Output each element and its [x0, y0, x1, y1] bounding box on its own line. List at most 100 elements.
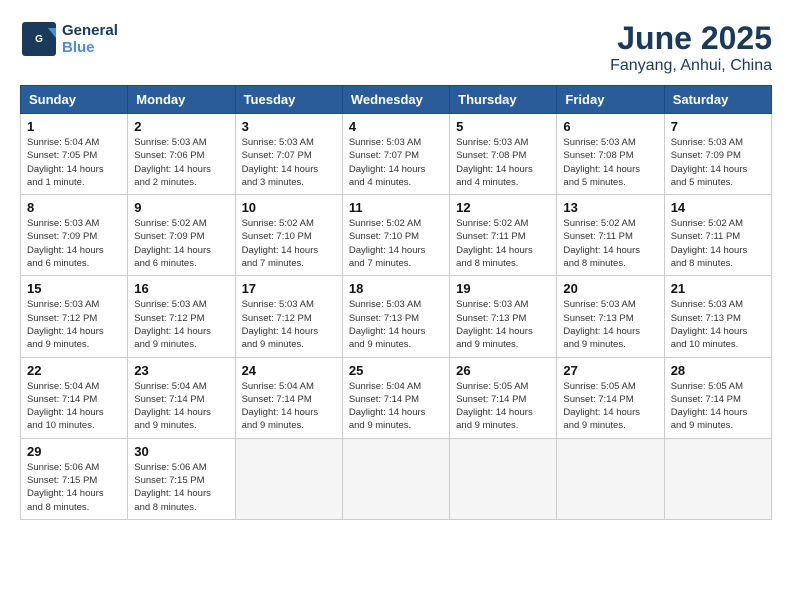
calendar-cell: 3 Sunrise: 5:03 AM Sunset: 7:07 PM Daylig…: [235, 114, 342, 195]
week-row-3: 15 Sunrise: 5:03 AM Sunset: 7:12 PM Dayli…: [21, 276, 772, 357]
day-number: 27: [563, 363, 657, 378]
day-number: 21: [671, 281, 765, 296]
calendar-cell: 24 Sunrise: 5:04 AM Sunset: 7:14 PM Dayli…: [235, 357, 342, 438]
day-number: 30: [134, 444, 228, 459]
calendar-cell: 18 Sunrise: 5:03 AM Sunset: 7:13 PM Dayli…: [342, 276, 449, 357]
day-info: Sunrise: 5:04 AM Sunset: 7:14 PM Dayligh…: [134, 380, 228, 433]
day-number: 7: [671, 119, 765, 134]
day-info: Sunrise: 5:03 AM Sunset: 7:13 PM Dayligh…: [456, 298, 550, 351]
calendar-cell: 13 Sunrise: 5:02 AM Sunset: 7:11 PM Dayli…: [557, 195, 664, 276]
calendar-cell: 26 Sunrise: 5:05 AM Sunset: 7:14 PM Dayli…: [450, 357, 557, 438]
day-info: Sunrise: 5:03 AM Sunset: 7:13 PM Dayligh…: [671, 298, 765, 351]
day-number: 9: [134, 200, 228, 215]
calendar-header-wednesday: Wednesday: [342, 86, 449, 114]
day-info: Sunrise: 5:03 AM Sunset: 7:13 PM Dayligh…: [349, 298, 443, 351]
day-info: Sunrise: 5:03 AM Sunset: 7:08 PM Dayligh…: [563, 136, 657, 189]
day-info: Sunrise: 5:04 AM Sunset: 7:05 PM Dayligh…: [27, 136, 121, 189]
calendar-cell: 7Sunrise: 5:03 AM Sunset: 7:09 PM Daylig…: [664, 114, 771, 195]
logo-icon: G: [20, 20, 58, 58]
calendar-cell: 5 Sunrise: 5:03 AM Sunset: 7:08 PM Daylig…: [450, 114, 557, 195]
day-info: Sunrise: 5:03 AM Sunset: 7:12 PM Dayligh…: [134, 298, 228, 351]
logo-general: General: [62, 22, 118, 39]
day-info: Sunrise: 5:03 AM Sunset: 7:07 PM Dayligh…: [242, 136, 336, 189]
day-info: Sunrise: 5:05 AM Sunset: 7:14 PM Dayligh…: [671, 380, 765, 433]
day-info: Sunrise: 5:06 AM Sunset: 7:15 PM Dayligh…: [134, 461, 228, 514]
calendar-cell: 16 Sunrise: 5:03 AM Sunset: 7:12 PM Dayli…: [128, 276, 235, 357]
day-info: Sunrise: 5:02 AM Sunset: 7:10 PM Dayligh…: [242, 217, 336, 270]
day-number: 28: [671, 363, 765, 378]
day-info: Sunrise: 5:03 AM Sunset: 7:12 PM Dayligh…: [242, 298, 336, 351]
calendar-cell: 15 Sunrise: 5:03 AM Sunset: 7:12 PM Dayli…: [21, 276, 128, 357]
calendar-cell: 21 Sunrise: 5:03 AM Sunset: 7:13 PM Dayli…: [664, 276, 771, 357]
day-number: 13: [563, 200, 657, 215]
day-number: 10: [242, 200, 336, 215]
day-number: 4: [349, 119, 443, 134]
day-number: 5: [456, 119, 550, 134]
day-info: Sunrise: 5:05 AM Sunset: 7:14 PM Dayligh…: [456, 380, 550, 433]
day-info: Sunrise: 5:04 AM Sunset: 7:14 PM Dayligh…: [27, 380, 121, 433]
day-info: Sunrise: 5:02 AM Sunset: 7:10 PM Dayligh…: [349, 217, 443, 270]
calendar-header-saturday: Saturday: [664, 86, 771, 114]
day-info: Sunrise: 5:04 AM Sunset: 7:14 PM Dayligh…: [242, 380, 336, 433]
day-info: Sunrise: 5:03 AM Sunset: 7:06 PM Dayligh…: [134, 136, 228, 189]
day-number: 22: [27, 363, 121, 378]
calendar-header-thursday: Thursday: [450, 86, 557, 114]
day-number: 16: [134, 281, 228, 296]
calendar-header-row: SundayMondayTuesdayWednesdayThursdayFrid…: [21, 86, 772, 114]
logo: G General Blue: [20, 20, 118, 58]
week-row-2: 8Sunrise: 5:03 AM Sunset: 7:09 PM Daylig…: [21, 195, 772, 276]
day-number: 23: [134, 363, 228, 378]
calendar-cell: 27 Sunrise: 5:05 AM Sunset: 7:14 PM Dayli…: [557, 357, 664, 438]
day-info: Sunrise: 5:02 AM Sunset: 7:09 PM Dayligh…: [134, 217, 228, 270]
day-info: Sunrise: 5:02 AM Sunset: 7:11 PM Dayligh…: [671, 217, 765, 270]
calendar-cell: 10 Sunrise: 5:02 AM Sunset: 7:10 PM Dayli…: [235, 195, 342, 276]
calendar-header-tuesday: Tuesday: [235, 86, 342, 114]
day-number: 29: [27, 444, 121, 459]
day-info: Sunrise: 5:03 AM Sunset: 7:07 PM Dayligh…: [349, 136, 443, 189]
calendar-cell: 11 Sunrise: 5:02 AM Sunset: 7:10 PM Dayli…: [342, 195, 449, 276]
calendar-cell: 22 Sunrise: 5:04 AM Sunset: 7:14 PM Dayli…: [21, 357, 128, 438]
day-number: 20: [563, 281, 657, 296]
day-info: Sunrise: 5:03 AM Sunset: 7:08 PM Dayligh…: [456, 136, 550, 189]
calendar-cell: [450, 438, 557, 519]
calendar-cell: 19Sunrise: 5:03 AM Sunset: 7:13 PM Dayli…: [450, 276, 557, 357]
calendar-cell: 23 Sunrise: 5:04 AM Sunset: 7:14 PM Dayli…: [128, 357, 235, 438]
day-number: 25: [349, 363, 443, 378]
day-info: Sunrise: 5:02 AM Sunset: 7:11 PM Dayligh…: [456, 217, 550, 270]
day-number: 12: [456, 200, 550, 215]
calendar-cell: 1Sunrise: 5:04 AM Sunset: 7:05 PM Daylig…: [21, 114, 128, 195]
calendar-cell: 12 Sunrise: 5:02 AM Sunset: 7:11 PM Dayli…: [450, 195, 557, 276]
calendar-cell: 14Sunrise: 5:02 AM Sunset: 7:11 PM Dayli…: [664, 195, 771, 276]
svg-text:G: G: [35, 34, 43, 45]
calendar-cell: [557, 438, 664, 519]
logo-blue: Blue: [62, 39, 118, 56]
day-info: Sunrise: 5:04 AM Sunset: 7:14 PM Dayligh…: [349, 380, 443, 433]
calendar-cell: [342, 438, 449, 519]
calendar-header-friday: Friday: [557, 86, 664, 114]
calendar-header-monday: Monday: [128, 86, 235, 114]
day-number: 24: [242, 363, 336, 378]
calendar-header-sunday: Sunday: [21, 86, 128, 114]
month-title: June 2025: [610, 20, 772, 57]
calendar-cell: 28 Sunrise: 5:05 AM Sunset: 7:14 PM Dayli…: [664, 357, 771, 438]
page-header: G General Blue June 2025 Fanyang, Anhui,…: [20, 20, 772, 75]
calendar-cell: [235, 438, 342, 519]
week-row-4: 22 Sunrise: 5:04 AM Sunset: 7:14 PM Dayli…: [21, 357, 772, 438]
day-number: 2: [134, 119, 228, 134]
calendar-cell: 30 Sunrise: 5:06 AM Sunset: 7:15 PM Dayli…: [128, 438, 235, 519]
day-number: 3: [242, 119, 336, 134]
day-number: 8: [27, 200, 121, 215]
day-info: Sunrise: 5:03 AM Sunset: 7:13 PM Dayligh…: [563, 298, 657, 351]
day-info: Sunrise: 5:02 AM Sunset: 7:11 PM Dayligh…: [563, 217, 657, 270]
week-row-1: 1Sunrise: 5:04 AM Sunset: 7:05 PM Daylig…: [21, 114, 772, 195]
day-info: Sunrise: 5:03 AM Sunset: 7:12 PM Dayligh…: [27, 298, 121, 351]
day-number: 26: [456, 363, 550, 378]
day-number: 18: [349, 281, 443, 296]
day-number: 11: [349, 200, 443, 215]
day-info: Sunrise: 5:05 AM Sunset: 7:14 PM Dayligh…: [563, 380, 657, 433]
calendar-cell: 8Sunrise: 5:03 AM Sunset: 7:09 PM Daylig…: [21, 195, 128, 276]
day-number: 15: [27, 281, 121, 296]
day-number: 6: [563, 119, 657, 134]
calendar-table: SundayMondayTuesdayWednesdayThursdayFrid…: [20, 85, 772, 520]
calendar-cell: 29Sunrise: 5:06 AM Sunset: 7:15 PM Dayli…: [21, 438, 128, 519]
